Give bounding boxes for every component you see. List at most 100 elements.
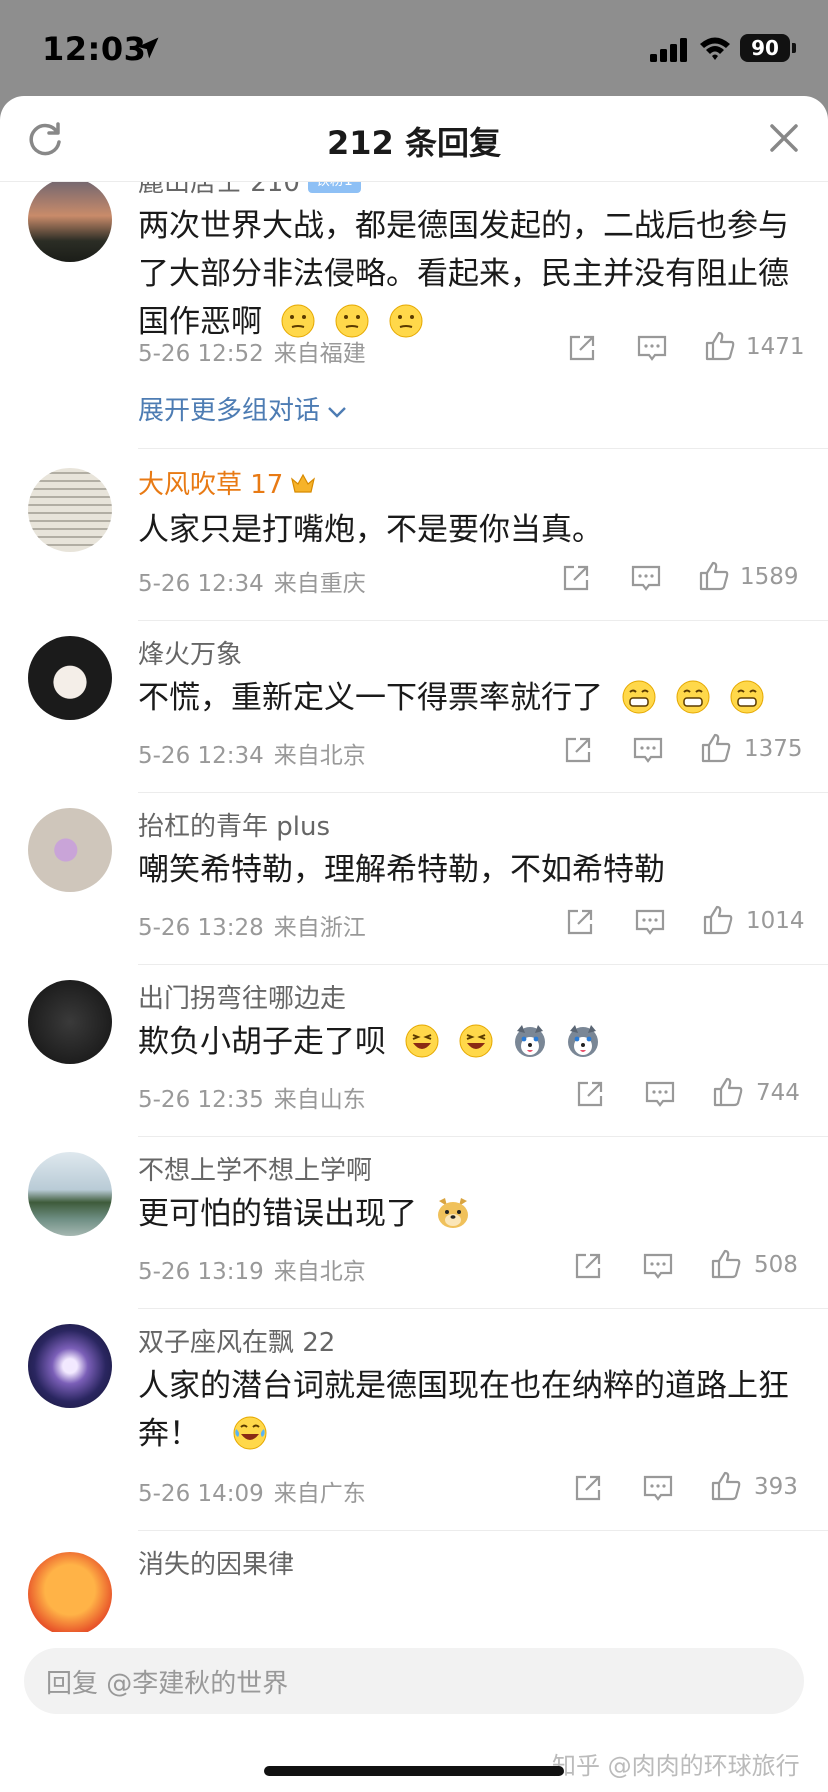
avatar[interactable] <box>28 636 112 720</box>
like-icon[interactable] <box>698 560 730 592</box>
laughing-emoji-icon <box>405 1024 439 1057</box>
like-count: 1589 <box>740 564 799 590</box>
location-arrow-icon <box>137 37 159 59</box>
like-icon[interactable] <box>700 732 732 764</box>
avatar[interactable] <box>28 808 112 892</box>
comment-item: 麓山居士 210 铁粉1 两次世界大战，都是德国发起的，二战后也参与了大部分非法侵… <box>0 182 828 449</box>
username[interactable]: 不想上学不想上学啊 <box>138 1150 372 1187</box>
reply-icon[interactable] <box>636 332 668 364</box>
share-icon[interactable] <box>562 734 594 766</box>
like-icon[interactable] <box>712 1076 744 1108</box>
comment-date: 5-26 13:28 <box>138 915 264 941</box>
husky-emoji-icon <box>514 1024 545 1057</box>
comment-date: 5-26 12:35 <box>138 1087 264 1113</box>
comment-location: 来自北京 <box>273 743 366 769</box>
like-icon[interactable] <box>702 904 734 936</box>
username[interactable]: 出门拐弯往哪边走 <box>138 978 346 1015</box>
username[interactable]: 抬杠的青年 plus <box>138 806 330 843</box>
avatar[interactable] <box>28 468 112 552</box>
comment-content: 嘲笑希特勒，理解希特勒，不如希特勒 <box>138 846 798 894</box>
like-count: 1471 <box>746 334 805 360</box>
grinning-emoji-icon <box>730 680 764 713</box>
comment-item: 不想上学不想上学啊 更可怕的错误出现了 5-26 13:19 来自北京 508 <box>0 1142 828 1312</box>
comment-content: 两次世界大战，都是德国发起的，二战后也参与了大部分非法侵略。看起来，民主并没有阻… <box>138 202 798 346</box>
divider <box>138 1308 828 1309</box>
username-text: 出门拐弯往哪边走 <box>138 984 347 1014</box>
username-text: 烽火万象 <box>138 640 243 670</box>
comment-item: 消失的因果律 <box>0 1536 828 1632</box>
comment-meta: 5-26 12:34 来自重庆 <box>138 564 366 598</box>
like-icon[interactable] <box>710 1248 742 1280</box>
comment-location: 来自北京 <box>273 1259 366 1285</box>
battery-indicator: 90 <box>740 34 796 62</box>
share-icon[interactable] <box>566 332 598 364</box>
tears-of-joy-emoji-icon <box>233 1416 267 1449</box>
share-icon[interactable] <box>574 1078 606 1110</box>
comment-text: 欺负小胡子走了呗 <box>138 1024 386 1060</box>
crown-icon <box>291 473 316 493</box>
comment-list[interactable]: 麓山居士 210 铁粉1 两次世界大战，都是德国发起的，二战后也参与了大部分非法侵… <box>0 182 828 1632</box>
comment-date: 5-26 12:52 <box>138 341 264 367</box>
username[interactable]: 双子座风在飘 22 <box>138 1322 335 1359</box>
comment-meta: 5-26 12:35 来自山东 <box>138 1080 366 1114</box>
share-icon[interactable] <box>560 562 592 594</box>
comment-date: 5-26 14:09 <box>138 1481 264 1507</box>
like-count: 1014 <box>746 908 805 934</box>
status-bar: 12:03 90 <box>0 0 828 96</box>
grinning-emoji-icon <box>622 680 656 713</box>
comment-item: 双子座风在飘 22 人家的潜台词就是德国现在也在纳粹的道路上狂奔！ 5-26 1… <box>0 1314 828 1534</box>
comment-location: 来自广东 <box>273 1481 366 1507</box>
comment-item: 大风吹草 17 人家只是打嘴炮，不是要你当真。 5-26 12:34 来自重庆 1… <box>0 454 828 624</box>
comment-item: 烽火万象 不慌，重新定义一下得票率就行了 5-26 12:34 来自北京 1375 <box>0 626 828 796</box>
comment-content: 不慌，重新定义一下得票率就行了 <box>138 674 798 722</box>
comment-text: 嘲笑希特勒，理解希特勒，不如希特勒 <box>138 852 665 888</box>
comment-date: 5-26 12:34 <box>138 743 264 769</box>
watermark: 知乎 @肉肉的环球旅行 <box>552 1752 800 1780</box>
avatar[interactable] <box>28 1552 112 1632</box>
reply-icon[interactable] <box>642 1472 674 1504</box>
avatar[interactable] <box>28 182 112 262</box>
status-time: 12:03 <box>42 30 147 68</box>
reply-icon[interactable] <box>632 734 664 766</box>
comment-meta: 5-26 12:52 来自福建 <box>138 334 366 368</box>
reply-icon[interactable] <box>634 906 666 938</box>
reply-icon[interactable] <box>644 1078 676 1110</box>
comment-date: 5-26 12:34 <box>138 571 264 597</box>
username[interactable]: 麓山居士 210 铁粉1 <box>138 182 361 199</box>
comment-text: 更可怕的错误出现了 <box>138 1196 417 1232</box>
like-icon[interactable] <box>710 1470 742 1502</box>
comment-content: 更可怕的错误出现了 <box>138 1190 798 1238</box>
expand-conversation-link[interactable]: 展开更多组对话 <box>138 390 348 427</box>
share-icon[interactable] <box>572 1250 604 1282</box>
divider <box>138 1530 828 1531</box>
comment-text: 不慌，重新定义一下得票率就行了 <box>138 680 603 716</box>
reply-icon[interactable] <box>642 1250 674 1282</box>
comment-meta: 5-26 13:19 来自北京 <box>138 1252 366 1286</box>
like-count: 393 <box>754 1474 798 1500</box>
username[interactable]: 大风吹草 17 <box>138 464 317 501</box>
comment-content: 人家只是打嘴炮，不是要你当真。 <box>138 506 798 554</box>
username[interactable]: 消失的因果律 <box>138 1544 294 1581</box>
reply-icon[interactable] <box>630 562 662 594</box>
reply-placeholder: 回复 @李建秋的世界 <box>46 1669 289 1699</box>
avatar[interactable] <box>28 980 112 1064</box>
share-icon[interactable] <box>572 1472 604 1504</box>
username-text: 麓山居士 210 <box>138 182 300 198</box>
comment-meta: 5-26 12:34 来自北京 <box>138 736 366 770</box>
grinning-emoji-icon <box>676 680 710 713</box>
reply-input[interactable]: 回复 @李建秋的世界 <box>24 1648 804 1714</box>
home-indicator[interactable] <box>264 1766 564 1776</box>
username[interactable]: 烽火万象 <box>138 634 242 671</box>
avatar[interactable] <box>28 1152 112 1236</box>
comment-meta: 5-26 13:28 来自浙江 <box>138 908 366 942</box>
avatar[interactable] <box>28 1324 112 1408</box>
like-icon[interactable] <box>704 330 736 362</box>
expand-text: 展开更多组对话 <box>138 396 321 426</box>
close-icon[interactable] <box>766 120 802 156</box>
share-icon[interactable] <box>564 906 596 938</box>
sheet-header: 212 条回复 <box>0 96 828 182</box>
comment-meta: 5-26 14:09 来自广东 <box>138 1474 366 1508</box>
comment-text: 人家只是打嘴炮，不是要你当真。 <box>138 512 603 548</box>
comment-date: 5-26 13:19 <box>138 1259 264 1285</box>
comment-location: 来自浙江 <box>273 915 366 941</box>
